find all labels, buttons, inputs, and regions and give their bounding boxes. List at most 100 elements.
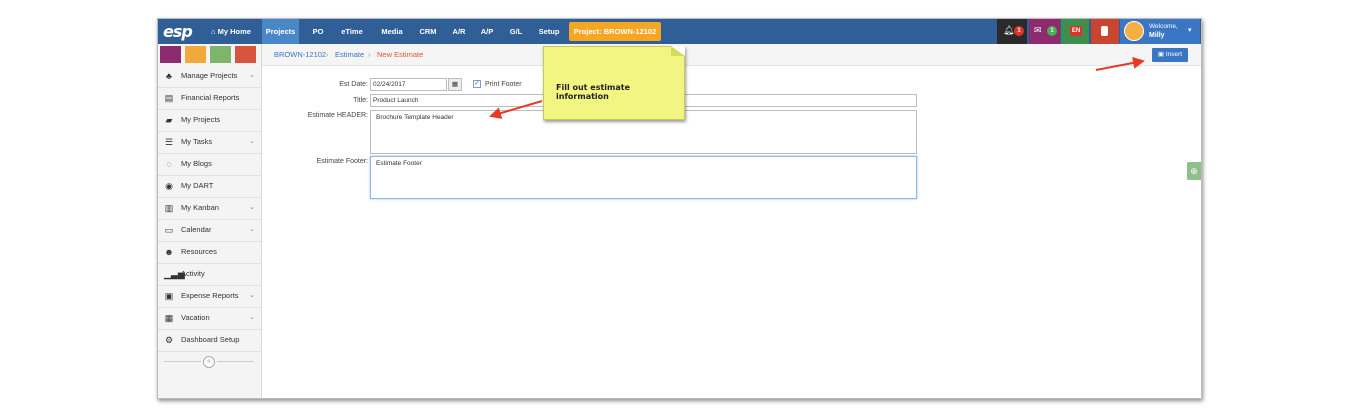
kanban-icon: ▥ bbox=[164, 203, 174, 213]
sidebar-item-label: My Projects bbox=[181, 115, 221, 124]
users-icon: ☻ bbox=[164, 247, 174, 257]
zoom-icon: ⊕ bbox=[1190, 166, 1198, 176]
est-date-field[interactable]: 02/24/2017 bbox=[370, 78, 447, 91]
sidebar-item-my-blogs[interactable]: ◌ My Blogs bbox=[158, 153, 261, 176]
chevron-down-icon[interactable]: ⌄ bbox=[249, 65, 255, 87]
envelope-icon: ✉ bbox=[1034, 25, 1042, 35]
language-button[interactable]: EN bbox=[1061, 19, 1089, 44]
nav-setup[interactable]: Setup bbox=[536, 19, 562, 44]
sidebar-item-label: Dashboard Setup bbox=[181, 335, 240, 344]
chevron-down-icon[interactable]: ⌄ bbox=[249, 285, 255, 307]
chevron-down-icon: ▾ bbox=[1188, 27, 1192, 34]
note-fold bbox=[671, 46, 685, 56]
chevron-down-icon[interactable]: ⌄ bbox=[249, 197, 255, 219]
callout-note: Fill out estimate information bbox=[543, 46, 685, 120]
chevron-down-icon[interactable]: ⌄ bbox=[249, 131, 255, 153]
app-window: esp ⌂ My Home Projects PO eTime Media CR… bbox=[157, 18, 1202, 399]
messages-badge: 1 bbox=[1047, 26, 1057, 36]
sidebar-item-my-projects[interactable]: ▰ My Projects bbox=[158, 109, 261, 132]
nav-po[interactable]: PO bbox=[310, 19, 326, 44]
nav-etime[interactable]: eTime bbox=[338, 19, 366, 44]
nav-ar[interactable]: A/R bbox=[449, 19, 469, 44]
breadcrumb-separator: › bbox=[368, 50, 371, 59]
gears-icon: ⚙ bbox=[164, 335, 174, 345]
sidebar-item-label: Activity bbox=[181, 269, 205, 278]
tasks-icon: ☰ bbox=[164, 137, 174, 147]
breadcrumb-separator: › bbox=[326, 50, 329, 59]
sidebar-item-vacation[interactable]: ▦ Vacation ⌄ bbox=[158, 307, 261, 330]
nav-gl[interactable]: G/L bbox=[506, 19, 526, 44]
sidebar-item-resources[interactable]: ☻ Resources bbox=[158, 241, 261, 264]
user-name: Milly bbox=[1149, 32, 1165, 39]
divider bbox=[164, 361, 201, 362]
comments-icon: ◌ bbox=[166, 159, 172, 169]
dart-icon: ◉ bbox=[165, 181, 173, 191]
language-flag: EN bbox=[1070, 26, 1082, 36]
sidebar-item-calendar[interactable]: ▭ Calendar ⌄ bbox=[158, 219, 261, 242]
sidebar-item-financial-reports[interactable]: ▤ Financial Reports bbox=[158, 87, 261, 110]
nav-crm[interactable]: CRM bbox=[417, 19, 439, 44]
sidebar-item-label: My DART bbox=[181, 181, 214, 190]
sidebar-item-label: Calendar bbox=[181, 225, 212, 234]
calendar-icon: ▭ bbox=[164, 225, 174, 235]
swatch-green[interactable] bbox=[210, 46, 231, 63]
divider bbox=[217, 361, 254, 362]
sidebar-item-label: Financial Reports bbox=[181, 93, 240, 102]
sidebar-item-my-tasks[interactable]: ☰ My Tasks ⌄ bbox=[158, 131, 261, 154]
sitemap-icon: ♣ bbox=[166, 71, 172, 81]
notifications-button[interactable]: 🔔︎ 1 bbox=[997, 19, 1027, 44]
top-navbar: esp ⌂ My Home Projects PO eTime Media CR… bbox=[158, 19, 1201, 44]
project-button[interactable]: Project: BROWN-12102 bbox=[569, 22, 661, 41]
sidebar-item-label: Vacation bbox=[181, 313, 210, 322]
collapse-sidebar-button[interactable]: « bbox=[203, 356, 215, 368]
print-footer-checkbox[interactable]: ✓ bbox=[473, 80, 481, 88]
sidebar-item-label: Expense Reports bbox=[181, 291, 239, 300]
insert-button[interactable]: ▣ Insert bbox=[1152, 48, 1188, 62]
sidebar-item-activity[interactable]: ▁▃▅ Activity bbox=[158, 263, 261, 286]
print-footer-label: Print Footer bbox=[485, 81, 522, 88]
notifications-badge: 1 bbox=[1014, 26, 1024, 36]
messages-button[interactable]: ✉ 1 bbox=[1029, 19, 1060, 44]
money-icon: ▣ bbox=[164, 291, 174, 301]
sidebar-item-my-kanban[interactable]: ▥ My Kanban ⌄ bbox=[158, 197, 261, 220]
zoom-side-button[interactable]: ⊕ bbox=[1187, 162, 1201, 180]
sidebar-item-dashboard-setup[interactable]: ⚙ Dashboard Setup bbox=[158, 329, 261, 352]
estimate-footer-label: Estimate Footer: bbox=[316, 158, 368, 165]
sidebar-item-label: My Tasks bbox=[181, 137, 213, 146]
breadcrumb-estimate[interactable]: Estimate bbox=[335, 44, 364, 65]
swatch-orange[interactable] bbox=[185, 46, 206, 63]
sidebar: ♣ Manage Projects ⌄ ▤ Financial Reports … bbox=[158, 44, 262, 398]
sidebar-item-label: Manage Projects bbox=[181, 71, 238, 80]
bell-icon: 🔔︎ bbox=[1003, 25, 1015, 35]
sidebar-item-expense-reports[interactable]: ▣ Expense Reports ⌄ bbox=[158, 285, 261, 308]
sidebar-item-label: My Blogs bbox=[181, 159, 212, 168]
chevron-down-icon[interactable]: ⌄ bbox=[249, 219, 255, 241]
user-menu[interactable]: Welcome, Milly ▾ bbox=[1120, 19, 1200, 44]
nav-projects[interactable]: Projects bbox=[262, 19, 299, 44]
estimate-header-label: Estimate HEADER: bbox=[307, 112, 368, 119]
welcome-text: Welcome, bbox=[1149, 23, 1178, 30]
report-icon: ▤ bbox=[164, 93, 174, 103]
database-icon bbox=[1101, 26, 1108, 36]
signal-icon: ▁▃▅ bbox=[164, 269, 185, 279]
database-button[interactable] bbox=[1091, 19, 1119, 44]
calendar-button[interactable]: ▦ bbox=[448, 78, 462, 91]
estimate-footer-field[interactable]: Estimate Footer bbox=[370, 156, 917, 199]
est-date-label: Est Date: bbox=[339, 81, 368, 88]
nav-my-home[interactable]: ⌂ My Home bbox=[204, 19, 258, 44]
breadcrumb: BROWN-12102 › Estimate › New Estimate ▣ … bbox=[262, 44, 1201, 66]
sidebar-item-label: Resources bbox=[181, 247, 217, 256]
sidebar-item-manage-projects[interactable]: ♣ Manage Projects ⌄ bbox=[158, 65, 261, 88]
sidebar-item-my-dart[interactable]: ◉ My DART bbox=[158, 175, 261, 198]
folder-icon: ▰ bbox=[165, 115, 173, 125]
swatch-purple[interactable] bbox=[160, 46, 181, 63]
chevron-down-icon[interactable]: ⌄ bbox=[249, 307, 255, 329]
esp-logo[interactable]: esp bbox=[163, 22, 193, 41]
avatar bbox=[1124, 21, 1144, 41]
nav-ap[interactable]: A/P bbox=[477, 19, 497, 44]
save-icon: ▣ bbox=[1157, 51, 1166, 58]
swatch-red[interactable] bbox=[235, 46, 256, 63]
breadcrumb-project[interactable]: BROWN-12102 bbox=[274, 44, 326, 65]
insert-label: Insert bbox=[1165, 51, 1183, 58]
nav-media[interactable]: Media bbox=[378, 19, 406, 44]
